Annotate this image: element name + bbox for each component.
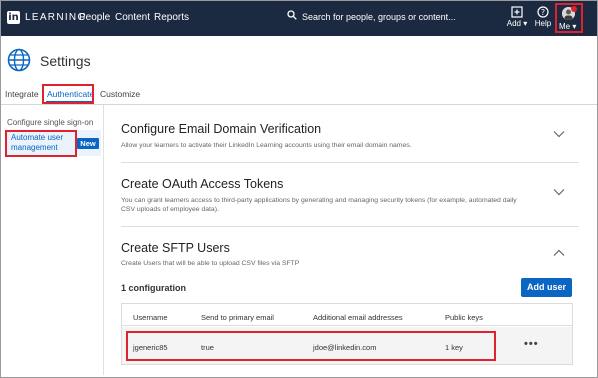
sidebar-item-highlight <box>5 130 77 157</box>
table-row-highlight <box>126 331 496 361</box>
help-icon: ? <box>537 6 549 18</box>
help-label: Help <box>534 19 552 28</box>
section-desc-sftp: Create Users that will be able to upload… <box>121 260 300 267</box>
chevron-up-icon[interactable] <box>553 249 565 257</box>
new-badge: New <box>77 138 99 149</box>
section-desc-oauth: You can grant learners access to third-p… <box>121 197 517 213</box>
tabs-divider <box>1 104 597 105</box>
section-title-sftp[interactable]: Create SFTP Users <box>121 241 230 255</box>
sidebar-section-title[interactable]: Configure single sign-on <box>7 118 93 127</box>
search-input[interactable]: Search for people, groups or content... <box>302 12 456 22</box>
search-icon[interactable] <box>287 10 297 20</box>
add-user-button[interactable]: Add user <box>521 278 572 297</box>
column-header-username: Username <box>133 313 168 322</box>
page-title: Settings <box>40 53 91 69</box>
section-divider <box>121 162 579 163</box>
section-divider <box>121 226 579 227</box>
column-header-primary-email: Send to primary email <box>201 313 274 322</box>
section-title-email-domain[interactable]: Configure Email Domain Verification <box>121 122 321 136</box>
me-label[interactable]: Me ▾ <box>559 22 576 31</box>
section-desc-email-domain: Allow your learners to activate their Li… <box>121 142 412 149</box>
nav-link-people[interactable]: People <box>79 12 110 23</box>
chevron-down-icon[interactable] <box>553 130 565 138</box>
globe-icon <box>7 48 31 72</box>
chevron-down-icon[interactable] <box>553 188 565 196</box>
sidebar-divider <box>103 105 104 375</box>
column-header-additional-emails: Additional email addresses <box>313 313 403 322</box>
svg-text:?: ? <box>541 8 545 17</box>
add-label: Add ▾ <box>506 19 528 28</box>
configuration-count: 1 configuration <box>121 283 186 293</box>
nav-link-content[interactable]: Content <box>115 12 150 23</box>
column-header-public-keys: Public keys <box>445 313 483 322</box>
linkedin-logo-icon[interactable]: in <box>7 11 20 24</box>
section-title-oauth[interactable]: Create OAuth Access Tokens <box>121 177 283 191</box>
tab-integrate[interactable]: Integrate <box>5 89 39 99</box>
plus-box-icon <box>511 6 523 18</box>
tab-authenticate-highlight <box>42 84 94 104</box>
notification-badge <box>571 6 577 12</box>
more-options-icon[interactable]: ••• <box>524 338 539 350</box>
tab-customize[interactable]: Customize <box>100 89 140 99</box>
nav-link-reports[interactable]: Reports <box>154 12 189 23</box>
brand-label[interactable]: LEARNING <box>25 12 87 23</box>
